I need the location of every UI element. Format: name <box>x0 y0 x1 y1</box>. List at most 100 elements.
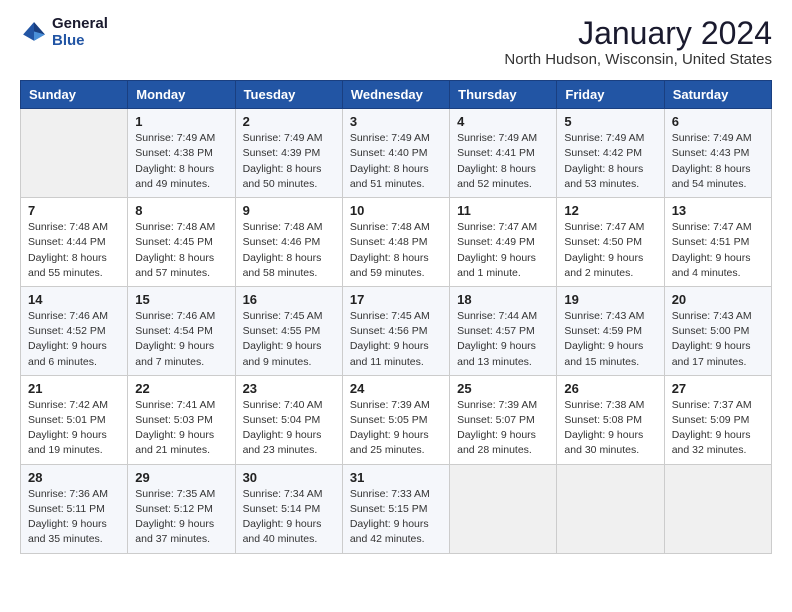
day-info: Sunrise: 7:34 AM Sunset: 5:14 PM Dayligh… <box>243 487 335 548</box>
calendar-cell: 23 Sunrise: 7:40 AM Sunset: 5:04 PM Dayli… <box>235 375 342 464</box>
day-number: 27 <box>672 381 764 396</box>
day-number: 19 <box>564 292 656 307</box>
day-info: Sunrise: 7:37 AM Sunset: 5:09 PM Dayligh… <box>672 398 764 459</box>
calendar-cell: 4Sunrise: 7:49 AM Sunset: 4:41 PM Daylig… <box>450 109 557 198</box>
calendar-cell: 19 Sunrise: 7:43 AM Sunset: 4:59 PM Dayli… <box>557 286 664 375</box>
day-info: Sunrise: 7:48 AM Sunset: 4:44 PM Dayligh… <box>28 220 120 281</box>
day-info: Sunrise: 7:36 AM Sunset: 5:11 PM Dayligh… <box>28 487 120 548</box>
day-number: 6 <box>672 114 764 129</box>
day-info: Sunrise: 7:49 AM Sunset: 4:38 PM Dayligh… <box>135 131 227 192</box>
day-info: Sunrise: 7:45 AM Sunset: 4:56 PM Dayligh… <box>350 309 442 370</box>
day-info: Sunrise: 7:48 AM Sunset: 4:46 PM Dayligh… <box>243 220 335 281</box>
day-info: Sunrise: 7:35 AM Sunset: 5:12 PM Dayligh… <box>135 487 227 548</box>
calendar-cell: 13 Sunrise: 7:47 AM Sunset: 4:51 PM Dayli… <box>664 198 771 287</box>
calendar-cell: 2 Sunrise: 7:49 AM Sunset: 4:39 PM Daylig… <box>235 109 342 198</box>
day-info: Sunrise: 7:49 AM Sunset: 4:42 PM Dayligh… <box>564 131 656 192</box>
calendar-cell <box>664 464 771 553</box>
column-header-tuesday: Tuesday <box>235 81 342 109</box>
calendar-table: SundayMondayTuesdayWednesdayThursdayFrid… <box>20 80 772 553</box>
day-info: Sunrise: 7:47 AM Sunset: 4:50 PM Dayligh… <box>564 220 656 281</box>
week-row-5: 28 Sunrise: 7:36 AM Sunset: 5:11 PM Dayli… <box>21 464 772 553</box>
calendar-cell: 1 Sunrise: 7:49 AM Sunset: 4:38 PM Daylig… <box>128 109 235 198</box>
column-header-wednesday: Wednesday <box>342 81 449 109</box>
calendar-cell <box>557 464 664 553</box>
day-number: 17 <box>350 292 442 307</box>
day-number: 14 <box>28 292 120 307</box>
calendar-cell: 30 Sunrise: 7:34 AM Sunset: 5:14 PM Dayli… <box>235 464 342 553</box>
week-row-1: 1 Sunrise: 7:49 AM Sunset: 4:38 PM Daylig… <box>21 109 772 198</box>
calendar-cell: 21 Sunrise: 7:42 AM Sunset: 5:01 PM Dayli… <box>21 375 128 464</box>
day-info: Sunrise: 7:49 AM Sunset: 4:41 PM Dayligh… <box>457 131 549 192</box>
day-info: Sunrise: 7:41 AM Sunset: 5:03 PM Dayligh… <box>135 398 227 459</box>
column-header-saturday: Saturday <box>664 81 771 109</box>
calendar-cell: 17 Sunrise: 7:45 AM Sunset: 4:56 PM Dayli… <box>342 286 449 375</box>
week-row-2: 7Sunrise: 7:48 AM Sunset: 4:44 PM Daylig… <box>21 198 772 287</box>
day-info: Sunrise: 7:43 AM Sunset: 5:00 PM Dayligh… <box>672 309 764 370</box>
day-info: Sunrise: 7:46 AM Sunset: 4:54 PM Dayligh… <box>135 309 227 370</box>
day-info: Sunrise: 7:48 AM Sunset: 4:45 PM Dayligh… <box>135 220 227 281</box>
title-block: January 2024 North Hudson, Wisconsin, Un… <box>504 16 772 68</box>
week-row-3: 14 Sunrise: 7:46 AM Sunset: 4:52 PM Dayli… <box>21 286 772 375</box>
day-info: Sunrise: 7:39 AM Sunset: 5:05 PM Dayligh… <box>350 398 442 459</box>
day-number: 12 <box>564 203 656 218</box>
calendar-cell: 26 Sunrise: 7:38 AM Sunset: 5:08 PM Dayli… <box>557 375 664 464</box>
day-number: 16 <box>243 292 335 307</box>
day-info: Sunrise: 7:49 AM Sunset: 4:40 PM Dayligh… <box>350 131 442 192</box>
logo-text: General Blue <box>52 16 108 49</box>
day-info: Sunrise: 7:39 AM Sunset: 5:07 PM Dayligh… <box>457 398 549 459</box>
day-number: 2 <box>243 114 335 129</box>
day-info: Sunrise: 7:38 AM Sunset: 5:08 PM Dayligh… <box>564 398 656 459</box>
calendar-cell: 29Sunrise: 7:35 AM Sunset: 5:12 PM Dayli… <box>128 464 235 553</box>
day-info: Sunrise: 7:45 AM Sunset: 4:55 PM Dayligh… <box>243 309 335 370</box>
day-number: 31 <box>350 470 442 485</box>
calendar-cell: 14 Sunrise: 7:46 AM Sunset: 4:52 PM Dayli… <box>21 286 128 375</box>
day-number: 26 <box>564 381 656 396</box>
calendar-cell: 22 Sunrise: 7:41 AM Sunset: 5:03 PM Dayli… <box>128 375 235 464</box>
day-info: Sunrise: 7:46 AM Sunset: 4:52 PM Dayligh… <box>28 309 120 370</box>
day-number: 9 <box>243 203 335 218</box>
day-number: 5 <box>564 114 656 129</box>
day-info: Sunrise: 7:40 AM Sunset: 5:04 PM Dayligh… <box>243 398 335 459</box>
day-number: 30 <box>243 470 335 485</box>
calendar-cell: 20 Sunrise: 7:43 AM Sunset: 5:00 PM Dayli… <box>664 286 771 375</box>
day-number: 28 <box>28 470 120 485</box>
calendar-cell: 8Sunrise: 7:48 AM Sunset: 4:45 PM Daylig… <box>128 198 235 287</box>
day-number: 18 <box>457 292 549 307</box>
calendar-cell <box>21 109 128 198</box>
logo: General Blue <box>20 16 108 49</box>
calendar-cell: 25Sunrise: 7:39 AM Sunset: 5:07 PM Dayli… <box>450 375 557 464</box>
day-info: Sunrise: 7:43 AM Sunset: 4:59 PM Dayligh… <box>564 309 656 370</box>
day-number: 23 <box>243 381 335 396</box>
day-number: 13 <box>672 203 764 218</box>
calendar-cell: 31 Sunrise: 7:33 AM Sunset: 5:15 PM Dayli… <box>342 464 449 553</box>
calendar-cell: 5 Sunrise: 7:49 AM Sunset: 4:42 PM Daylig… <box>557 109 664 198</box>
column-header-thursday: Thursday <box>450 81 557 109</box>
calendar-cell: 11 Sunrise: 7:47 AM Sunset: 4:49 PM Dayli… <box>450 198 557 287</box>
calendar-cell: 16 Sunrise: 7:45 AM Sunset: 4:55 PM Dayli… <box>235 286 342 375</box>
calendar-cell <box>450 464 557 553</box>
day-info: Sunrise: 7:49 AM Sunset: 4:39 PM Dayligh… <box>243 131 335 192</box>
calendar-cell: 10Sunrise: 7:48 AM Sunset: 4:48 PM Dayli… <box>342 198 449 287</box>
day-info: Sunrise: 7:47 AM Sunset: 4:49 PM Dayligh… <box>457 220 549 281</box>
day-info: Sunrise: 7:42 AM Sunset: 5:01 PM Dayligh… <box>28 398 120 459</box>
day-number: 20 <box>672 292 764 307</box>
day-number: 11 <box>457 203 549 218</box>
day-info: Sunrise: 7:47 AM Sunset: 4:51 PM Dayligh… <box>672 220 764 281</box>
column-header-friday: Friday <box>557 81 664 109</box>
calendar-cell: 24 Sunrise: 7:39 AM Sunset: 5:05 PM Dayli… <box>342 375 449 464</box>
subtitle: North Hudson, Wisconsin, United States <box>504 51 772 68</box>
logo-line2: Blue <box>52 33 108 50</box>
day-info: Sunrise: 7:49 AM Sunset: 4:43 PM Dayligh… <box>672 131 764 192</box>
day-number: 22 <box>135 381 227 396</box>
column-header-monday: Monday <box>128 81 235 109</box>
day-number: 1 <box>135 114 227 129</box>
calendar-cell: 15Sunrise: 7:46 AM Sunset: 4:54 PM Dayli… <box>128 286 235 375</box>
calendar-cell: 3 Sunrise: 7:49 AM Sunset: 4:40 PM Daylig… <box>342 109 449 198</box>
day-number: 21 <box>28 381 120 396</box>
calendar-cell: 6 Sunrise: 7:49 AM Sunset: 4:43 PM Daylig… <box>664 109 771 198</box>
day-info: Sunrise: 7:33 AM Sunset: 5:15 PM Dayligh… <box>350 487 442 548</box>
day-number: 24 <box>350 381 442 396</box>
day-number: 10 <box>350 203 442 218</box>
day-number: 3 <box>350 114 442 129</box>
column-header-sunday: Sunday <box>21 81 128 109</box>
